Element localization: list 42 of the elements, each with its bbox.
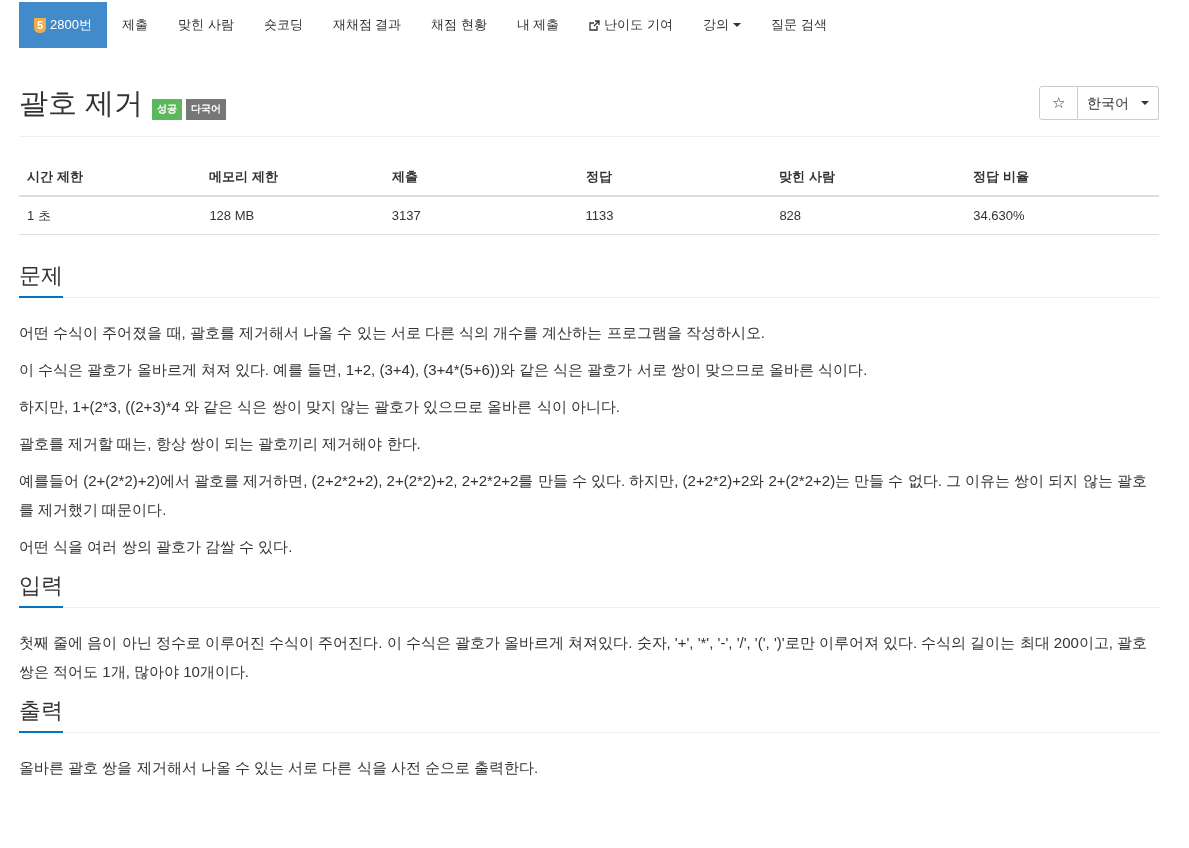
column-header: 메모리 제한: [201, 159, 384, 196]
nav-tab[interactable]: 내 제출: [501, 2, 575, 48]
section-heading: 출력: [19, 700, 63, 733]
nav-tab[interactable]: 질문 검색: [756, 2, 842, 48]
nav-tab[interactable]: 맞힌 사람: [162, 2, 249, 48]
column-header: 정답: [577, 159, 772, 196]
nav-tab[interactable]: 재채점 결과: [317, 2, 417, 48]
nav-tab[interactable]: 채점 현황: [416, 2, 502, 48]
language-dropdown[interactable]: 한국어: [1078, 86, 1159, 120]
table-cell: 128 MB: [201, 195, 384, 235]
paragraph: 예를들어 (2+(2*2)+2)에서 괄호를 제거하면, (2+2*2+2), 2+(2*2)+2, 2+2*2+2를 만들 수 있다. 하지만, (2+2*2)+2와 2+(2*2+2)는 만들 수 없다. 그 이유는 쌍이 되지 않는 괄호를 제거했기 때문이다.: [19, 471, 1148, 520]
paragraph: 첫째 줄에 음이 아닌 정수로 이루어진 수식이 주어진다. 이 수식은 괄호가 올바르게 쳐져있다. 숫자, '+', '*', '-', '/', '(', ')'로만 이루어져 있다. 수식의 길이는 최대 200이고, 괄호 쌍은 적어도 1개, 많아야 10개이다.: [19, 633, 1149, 682]
column-header: 정답 비율: [965, 159, 1159, 196]
paragraph: 올바른 괄호 쌍을 제거해서 나올 수 있는 서로 다른 식을 사전 순으로 출력한다.: [19, 758, 540, 778]
status-label: 성공: [152, 98, 183, 120]
paragraph: 하지만, 1+(2*3, ((2+3)*4 와 같은 식은 쌍이 맞지 않는 괄호가 있으므로 올바른 식이 아니다.: [19, 397, 621, 417]
column-header: 맞힌 사람: [771, 159, 966, 196]
caret-icon: [733, 23, 742, 27]
nav-tab[interactable]: 5 2800번: [19, 2, 107, 48]
section-heading: 입력: [19, 575, 63, 608]
nav-tab[interactable]: 제출: [106, 2, 163, 48]
external-link-icon: [589, 19, 601, 31]
table-cell: 1 초: [19, 195, 202, 235]
paragraph: 어떤 수식이 주어졌을 때, 괄호를 제거해서 나올 수 있는 서로 다른 식의 개수를 계산하는 프로그램을 작성하시오.: [19, 323, 766, 343]
paragraph: 괄호를 제거할 때는, 항상 쌍이 되는 괄호끼리 제거해야 한다.: [19, 434, 422, 454]
nav-tab[interactable]: 숏코딩: [248, 2, 318, 48]
paragraph: 어떤 식을 여러 쌍의 괄호가 감쌀 수 있다.: [19, 537, 294, 557]
paragraph: 이 수식은 괄호가 올바르게 쳐져 있다. 예를 들면, 1+2, (3+4), (3+4*(5+6))와 같은 식은 괄호가 서로 쌍이 맞으므로 올바른 식이다.: [19, 360, 869, 380]
table-cell: 34.630%: [965, 195, 1159, 235]
star-button[interactable]: ☆: [1039, 86, 1078, 120]
level-badge: 5: [34, 17, 46, 33]
status-label: 다국어: [186, 98, 227, 120]
nav-tab[interactable]: 강의: [688, 2, 757, 48]
table-cell: 3137: [383, 195, 578, 235]
column-header: 제출: [383, 159, 578, 196]
section-heading: 문제: [19, 265, 63, 298]
column-header: 시간 제한: [19, 159, 202, 196]
table-cell: 828: [771, 195, 966, 235]
nav-tab[interactable]: 난이도 기여: [574, 2, 689, 48]
caret-icon: [1141, 101, 1149, 105]
table-cell: 1133: [577, 195, 772, 235]
problem-title: 괄호 제거: [19, 88, 144, 118]
